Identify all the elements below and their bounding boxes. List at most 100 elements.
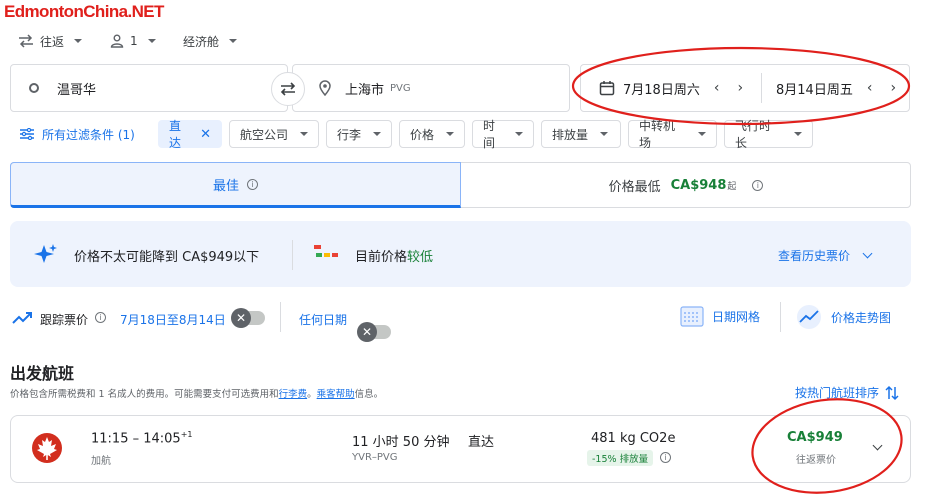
chevron-down-icon	[373, 132, 381, 136]
filter-sliders-icon	[20, 128, 34, 140]
any-dates-label: 任何日期	[299, 313, 348, 327]
destination-airport-code: PVG	[390, 82, 411, 94]
price-type: 往返票价	[796, 455, 836, 466]
sort-button[interactable]: 按热门航班排序	[795, 384, 899, 401]
current-price-status: 目前价格较低	[355, 246, 433, 265]
filter-chip-emissions[interactable]: 排放量	[541, 120, 621, 148]
flight-duration: 11 小时 50 分钟	[352, 435, 450, 450]
all-filters-label: 所有过滤条件 (1)	[42, 127, 135, 142]
close-icon[interactable]: ✕	[200, 127, 211, 142]
return-date-field[interactable]: 8月14日周五 ‹ ›	[762, 79, 896, 98]
date-grid-icon	[680, 306, 704, 327]
filter-chip-bags[interactable]: 行李	[326, 120, 392, 148]
close-icon: ✕	[231, 308, 251, 328]
origin-value: 温哥华	[57, 82, 97, 98]
calendar-icon	[599, 81, 615, 96]
filter-chip-label: 直达	[169, 119, 182, 150]
flight-stops: 直达	[468, 435, 495, 450]
location-pin-icon	[319, 80, 331, 96]
current-price-prefix: 目前价格	[355, 250, 408, 265]
track-prices-label: 跟踪票价	[40, 313, 89, 327]
flight-emissions: 481 kg CO2e	[591, 431, 676, 446]
passenger-help-link[interactable]: 乘客帮助	[317, 389, 355, 400]
insight-divider	[292, 240, 293, 270]
chevron-down-icon	[147, 39, 156, 43]
cabin-class-label: 经济舱	[183, 34, 220, 49]
info-icon[interactable]: i	[660, 452, 671, 463]
flight-times: 11:15 – 14:05+1	[91, 430, 193, 446]
filter-chip-label: 航空公司	[240, 127, 289, 142]
swap-locations-button[interactable]	[271, 72, 305, 106]
next-date-icon[interactable]: ›	[890, 80, 896, 96]
tab-best[interactable]: 最佳 i	[10, 162, 461, 208]
filter-chip-label: 飞行时长	[735, 119, 772, 150]
tab-cheapest-label: 价格最低	[608, 179, 661, 195]
date-picker[interactable]: 7月18日周六 ‹ › 8月14日周五 ‹ ›	[580, 64, 910, 112]
person-icon	[110, 34, 124, 48]
origin-circle-icon	[29, 83, 39, 93]
track-dates-toggle[interactable]: ✕	[231, 308, 265, 328]
trip-type-label: 往返	[40, 34, 65, 49]
chevron-down-icon	[515, 132, 523, 136]
destination-field[interactable]: 上海市 PVG	[292, 64, 570, 112]
price-graph-label: 价格走势图	[831, 310, 892, 325]
disclaimer-suffix: 信息。	[354, 389, 384, 400]
destination-value: 上海市	[345, 82, 385, 98]
cheapest-price: CA$948	[670, 177, 727, 193]
filter-chip-label: 行李	[337, 127, 362, 142]
tracking-date-range: 7月18日至8月14日	[120, 313, 226, 327]
filter-chip-time[interactable]: 时间	[472, 119, 534, 150]
air-canada-logo-icon	[32, 433, 62, 463]
price-level-icon	[314, 245, 338, 257]
filter-chip-nonstop[interactable]: 直达 ✕	[158, 119, 222, 150]
departures-title: 出发航班	[10, 364, 75, 383]
info-icon[interactable]: i	[95, 312, 106, 323]
price-graph-icon	[797, 305, 821, 329]
filter-chip-layover-airports[interactable]: 中转机场	[628, 119, 717, 150]
view-divider	[780, 302, 781, 332]
price-graph-button[interactable]: 价格走势图	[795, 304, 891, 330]
all-filters-button[interactable]: 所有过滤条件 (1)	[20, 120, 135, 148]
day-offset: +1	[180, 430, 193, 439]
filter-chip-price[interactable]: 价格	[399, 120, 465, 148]
trip-type-select[interactable]: 往返	[18, 32, 83, 50]
date-grid-button[interactable]: 日期网格	[680, 304, 760, 328]
info-icon[interactable]: i	[247, 178, 258, 190]
view-price-history-label: 查看历史票价	[778, 249, 851, 263]
close-icon: ✕	[357, 322, 377, 342]
round-trip-icon	[19, 34, 33, 48]
origin-field[interactable]: 温哥华	[10, 64, 288, 112]
filter-chip-label: 价格	[410, 127, 435, 142]
flight-route: YVR–PVG	[352, 452, 398, 463]
trending-icon	[12, 312, 32, 324]
price-prediction-text: 价格不太可能降到 CA$949以下	[74, 250, 260, 265]
next-date-icon[interactable]: ›	[737, 80, 743, 96]
disclaimer-text: 价格包含所需税费和 1 名成人的费用。可能需要支付可选费用和	[10, 389, 279, 400]
cheapest-price-suffix: 起	[727, 181, 737, 192]
departure-date-field[interactable]: 7月18日周六 ‹ ›	[581, 79, 761, 98]
any-dates-toggle[interactable]: ✕	[357, 322, 391, 342]
filter-chip-label: 中转机场	[639, 119, 676, 150]
sort-icon	[885, 385, 899, 400]
filter-chip-duration[interactable]: 飞行时长	[724, 119, 813, 150]
tab-cheapest[interactable]: 价格最低 CA$948 起 i	[461, 162, 911, 208]
chevron-down-icon	[698, 132, 706, 136]
prev-date-icon[interactable]: ‹	[867, 80, 873, 96]
filter-chip-airline[interactable]: 航空公司	[229, 120, 319, 148]
baggage-fees-link[interactable]: 行李费	[279, 389, 308, 400]
price-disclaimer: 价格包含所需税费和 1 名成人的费用。可能需要支付可选费用和行李费。乘客帮助信息…	[10, 386, 383, 400]
cabin-class-select[interactable]: 经济舱	[183, 32, 238, 50]
view-price-history-link[interactable]: 查看历史票价	[778, 247, 873, 264]
tracking-divider	[280, 302, 281, 332]
info-icon[interactable]: i	[752, 179, 764, 191]
date-grid-label: 日期网格	[712, 309, 761, 324]
chevron-down-icon	[446, 132, 454, 136]
return-date: 8月14日周五	[776, 82, 853, 98]
swap-icon	[280, 82, 296, 96]
emissions-badge: -15% 排放量	[587, 450, 654, 466]
disclaimer-separator: 。	[307, 389, 317, 400]
prev-date-icon[interactable]: ‹	[714, 80, 720, 96]
passenger-count: 1	[130, 34, 138, 48]
flight-result-card[interactable]	[10, 415, 911, 483]
passenger-select[interactable]: 1	[110, 32, 156, 50]
